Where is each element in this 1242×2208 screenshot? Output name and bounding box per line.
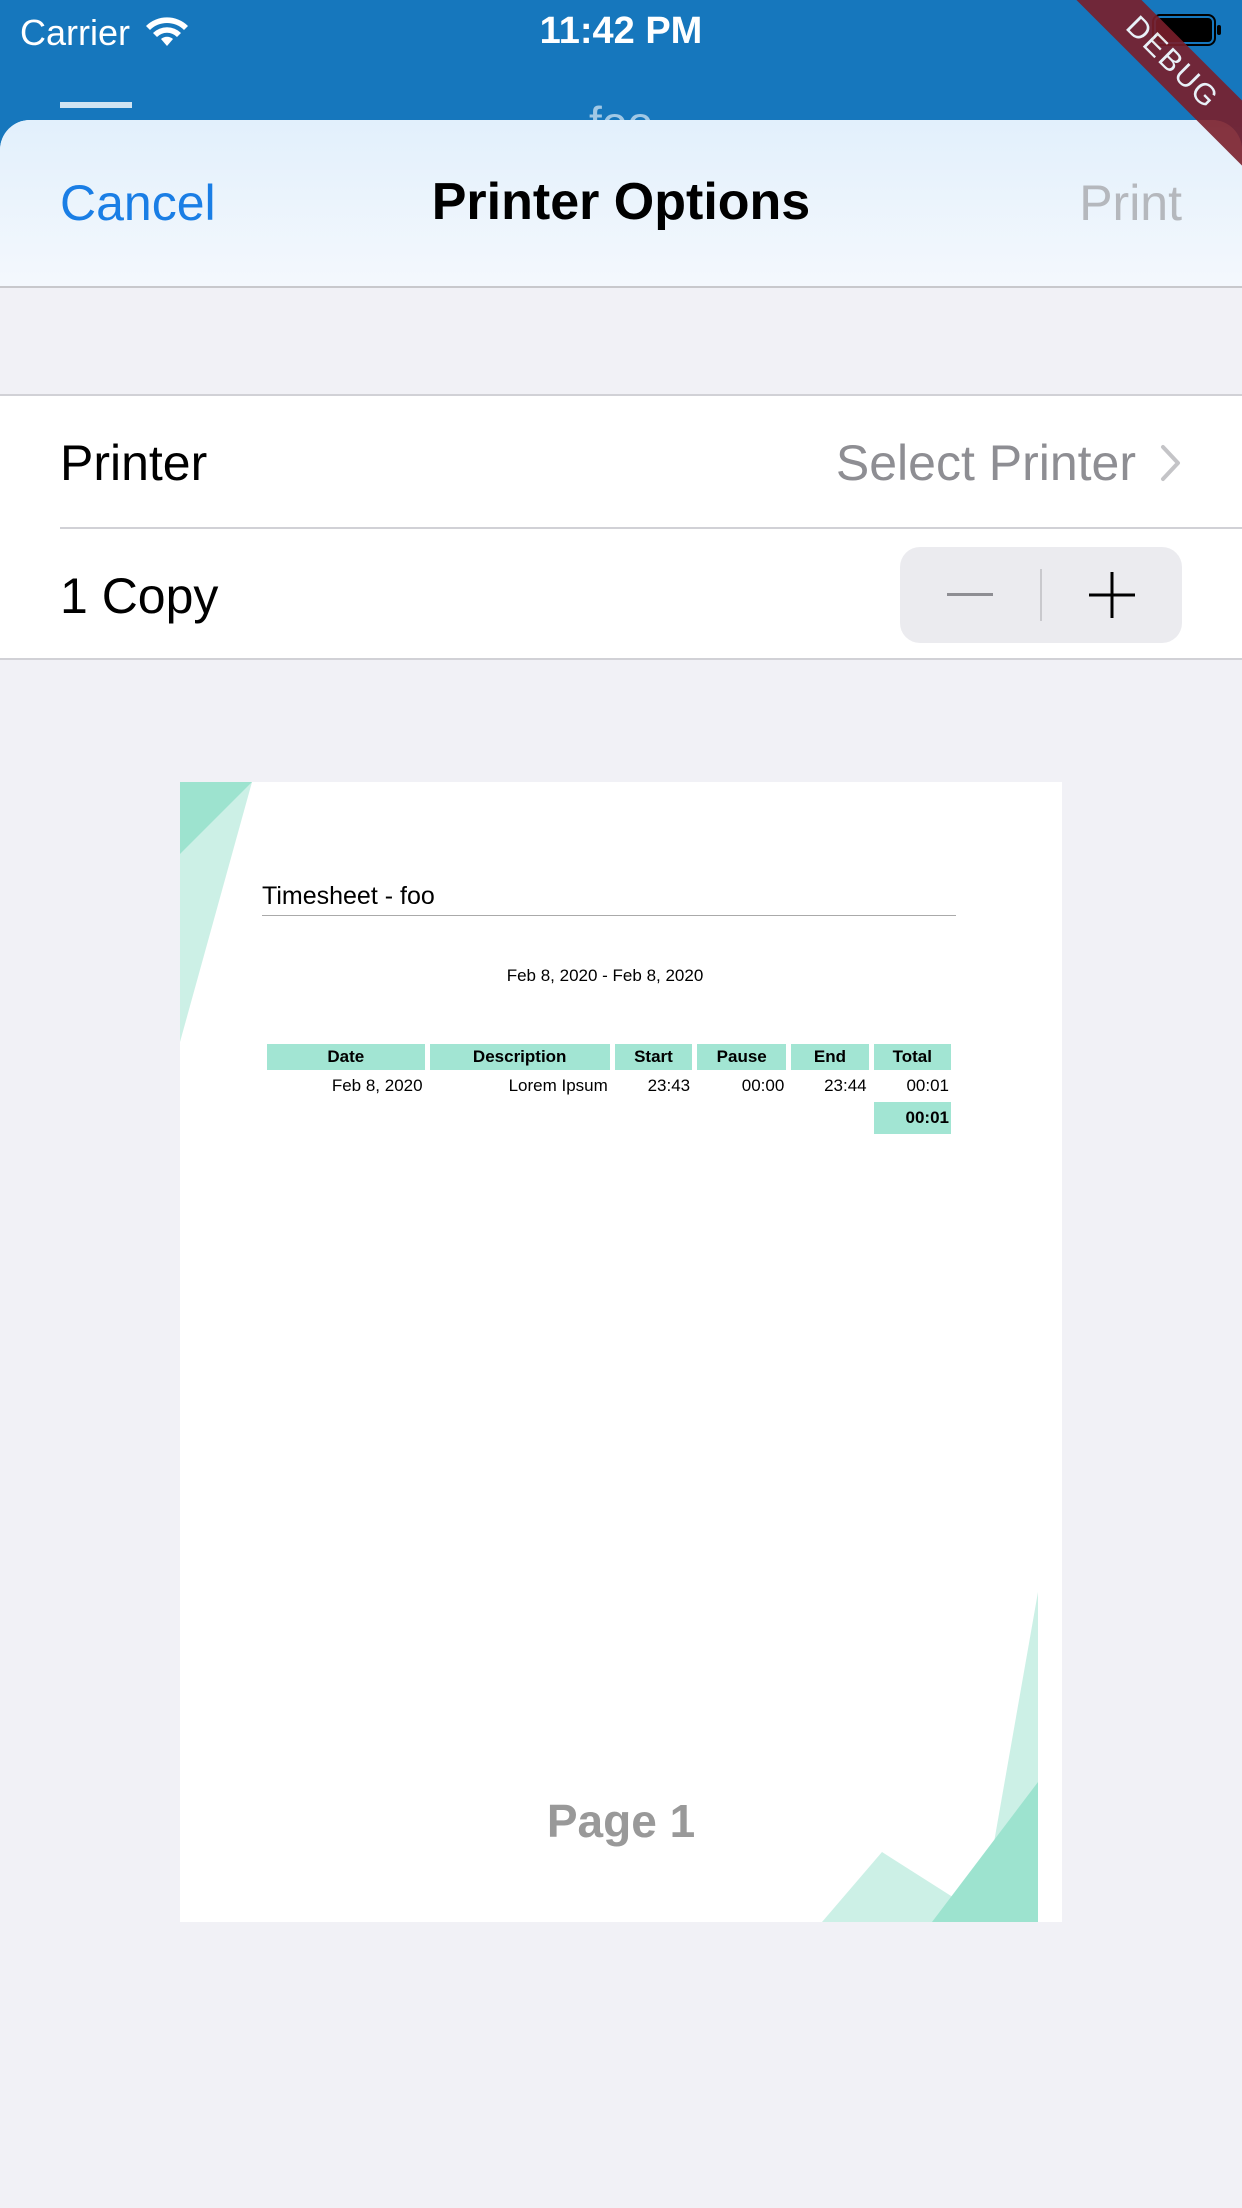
document-title: Timesheet - foo: [262, 882, 956, 916]
options-list: Printer Select Printer 1 Copy: [0, 394, 1242, 660]
table-row: Feb 8, 2020 Lorem Ipsum 23:43 00:00 23:4…: [267, 1070, 951, 1102]
cell-total: 00:01: [906, 1076, 949, 1095]
print-button[interactable]: Print: [1079, 174, 1182, 232]
cell-end: 23:44: [824, 1076, 867, 1095]
sheet-title: Printer Options: [431, 173, 811, 231]
printer-value[interactable]: Select Printer: [836, 434, 1182, 492]
column-header: End: [791, 1044, 869, 1070]
print-preview-page[interactable]: Timesheet - foo Feb 8, 2020 - Feb 8, 202…: [180, 782, 1062, 1922]
minus-icon: [947, 593, 993, 596]
cell-start: 23:43: [647, 1076, 691, 1095]
column-header: Pause: [697, 1044, 787, 1070]
cell-description: Lorem Ipsum: [508, 1076, 608, 1095]
total-row: 00:01: [267, 1102, 951, 1134]
timesheet-table: Date Description Start Pause End Total F…: [262, 1044, 956, 1134]
sum-total: 00:01: [873, 1102, 951, 1134]
page-number-label: Page 1: [546, 1795, 696, 1847]
printer-options-sheet: Cancel Printer Options Print Printer Sel…: [0, 120, 1242, 2208]
sheet-header: Cancel Printer Options Print: [0, 120, 1242, 288]
page-decoration: [180, 782, 1038, 1922]
status-time: 11:42 PM: [539, 10, 703, 52]
chevron-right-icon: [1161, 445, 1180, 481]
column-header: Description: [429, 1044, 610, 1070]
copies-stepper[interactable]: [900, 547, 1182, 643]
copies-label: 1 Copy: [60, 568, 219, 624]
printer-row[interactable]: Printer Select Printer: [0, 396, 1242, 527]
column-header: Date: [267, 1044, 425, 1070]
table-header: Date Description Start Pause End Total: [267, 1044, 951, 1070]
column-header: Start: [614, 1044, 693, 1070]
cell-pause: 00:00: [741, 1076, 785, 1095]
increment-button[interactable]: [1042, 547, 1182, 643]
decrement-button[interactable]: [900, 547, 1040, 643]
copies-row: 1 Copy: [60, 527, 1242, 658]
cell-date: Feb 8, 2020: [331, 1076, 423, 1095]
plus-icon: [1088, 572, 1135, 618]
select-printer-label: Select Printer: [835, 435, 1136, 491]
column-header: Total: [873, 1044, 951, 1070]
date-range: Feb 8, 2020 - Feb 8, 2020: [506, 966, 704, 985]
printer-label: Printer: [60, 435, 208, 491]
